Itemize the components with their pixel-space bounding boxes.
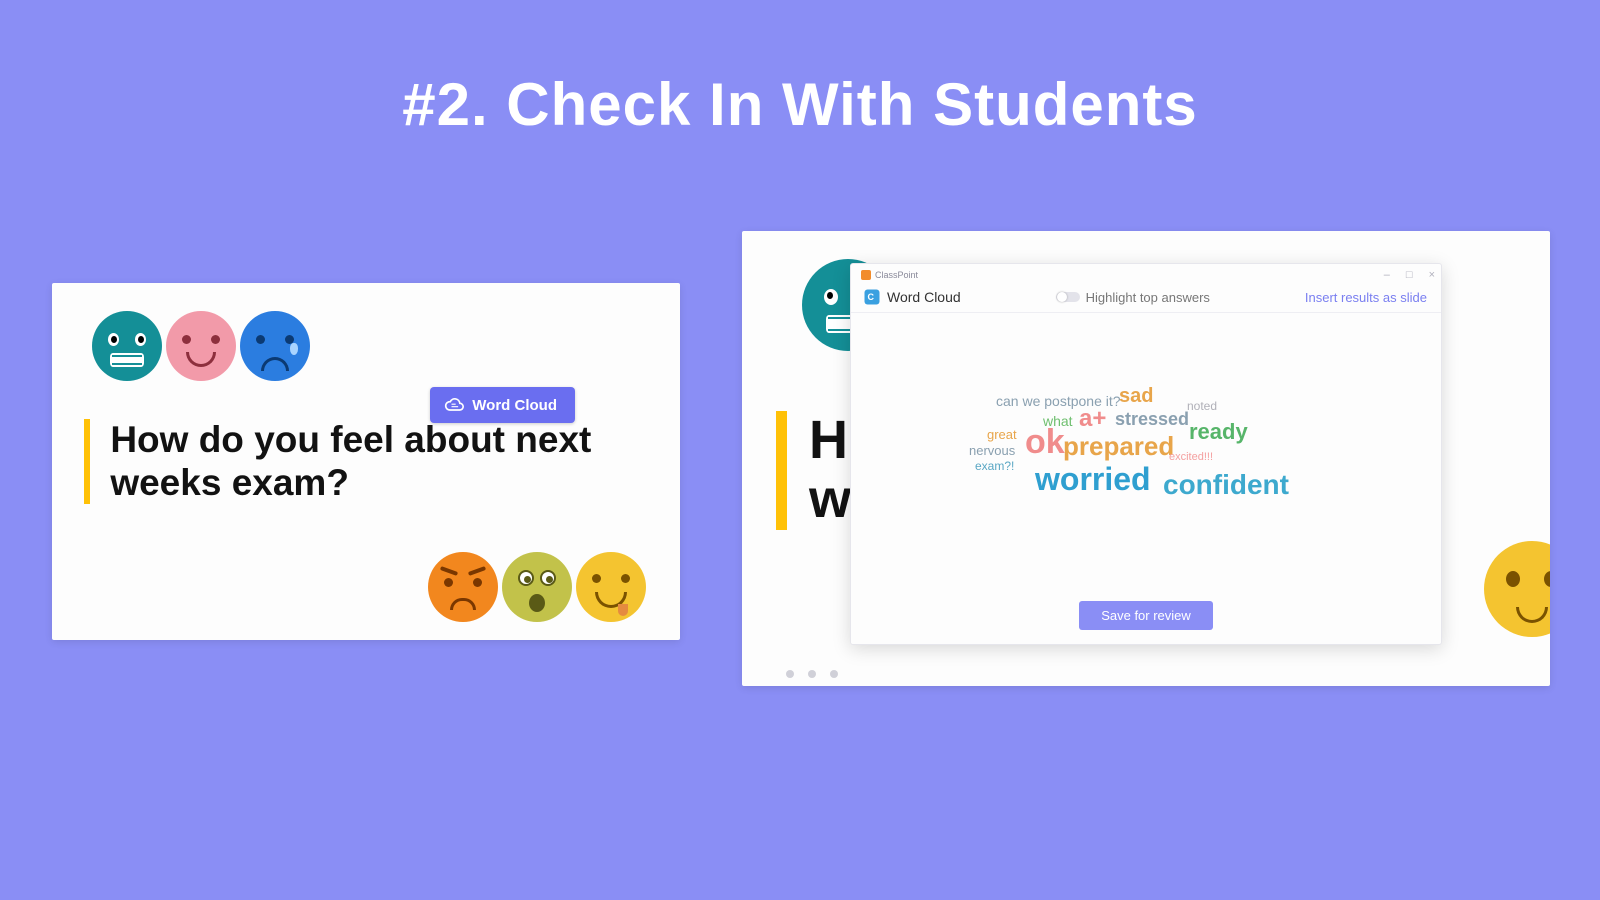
word-cloud-button[interactable]: Word Cloud bbox=[430, 387, 575, 423]
word-cloud-button-label: Word Cloud bbox=[472, 397, 557, 414]
save-for-review-button[interactable]: Save for review bbox=[1079, 601, 1213, 630]
question-block: How do you feel about next weeks exam? bbox=[84, 419, 624, 504]
insert-results-link[interactable]: Insert results as slide bbox=[1305, 290, 1427, 305]
cloud-word: worried bbox=[1035, 461, 1151, 498]
cloud-icon bbox=[444, 395, 464, 415]
page-title: #2. Check In With Students bbox=[0, 70, 1600, 139]
question-block-right: H w bbox=[776, 411, 850, 530]
word-cloud-popup: ClassPoint – □ × C Word Cloud Highlight … bbox=[850, 263, 1442, 645]
popup-toolbar: C Word Cloud Highlight top answers Inser… bbox=[851, 284, 1441, 313]
accent-bar bbox=[84, 419, 90, 504]
cloud-word: noted bbox=[1187, 399, 1217, 413]
cloud-word: prepared bbox=[1063, 431, 1174, 462]
cloud-word: confident bbox=[1163, 469, 1289, 501]
window-maximize-icon[interactable]: □ bbox=[1406, 269, 1413, 281]
popup-footer: Save for review bbox=[851, 601, 1441, 644]
emoji-row-bottom bbox=[428, 552, 646, 622]
cloud-word: excited!!! bbox=[1169, 451, 1213, 463]
slide-controls bbox=[786, 670, 838, 678]
question-text-right: H w bbox=[809, 411, 850, 530]
cloud-word: stressed bbox=[1115, 409, 1189, 430]
emoji-row-top bbox=[92, 311, 310, 381]
happy-face-icon bbox=[1484, 541, 1550, 637]
question-text: How do you feel about next weeks exam? bbox=[110, 419, 624, 504]
cloud-word: great bbox=[987, 427, 1017, 442]
cloud-word: exam?! bbox=[975, 459, 1014, 473]
window-close-icon[interactable]: × bbox=[1429, 269, 1435, 281]
highlight-label: Highlight top answers bbox=[1086, 290, 1210, 305]
right-slide: H w ClassPoint – □ × C Word Cloud bbox=[742, 231, 1550, 686]
cloud-word: ready bbox=[1189, 419, 1248, 445]
chip-label: Word Cloud bbox=[887, 289, 961, 305]
happy-face-icon bbox=[576, 552, 646, 622]
toggle-icon bbox=[1056, 292, 1080, 302]
left-slide: Word Cloud How do you feel about next we… bbox=[52, 283, 680, 640]
grimace-face-icon bbox=[92, 311, 162, 381]
word-cloud-icon: C bbox=[863, 288, 881, 306]
word-cloud-chip[interactable]: C Word Cloud bbox=[863, 288, 961, 306]
highlight-toggle[interactable]: Highlight top answers bbox=[1056, 290, 1210, 305]
emoji-peek bbox=[1484, 541, 1550, 642]
angry-face-icon bbox=[428, 552, 498, 622]
popup-titlebar: ClassPoint – □ × bbox=[851, 264, 1441, 284]
smile-face-icon bbox=[166, 311, 236, 381]
accent-bar bbox=[776, 411, 787, 530]
window-minimize-icon[interactable]: – bbox=[1384, 269, 1390, 281]
cloud-word: nervous bbox=[969, 443, 1015, 458]
cloud-word: ok bbox=[1025, 423, 1065, 462]
cloud-word: sad bbox=[1119, 385, 1153, 408]
surprised-face-icon bbox=[502, 552, 572, 622]
cloud-word: a+ bbox=[1079, 405, 1106, 433]
app-logo-icon bbox=[861, 270, 871, 280]
word-cloud-area: can we postpone it?sadwhata+stressednote… bbox=[851, 313, 1441, 601]
sad-face-icon bbox=[240, 311, 310, 381]
popup-app-name: ClassPoint bbox=[875, 270, 918, 280]
svg-text:C: C bbox=[868, 292, 875, 302]
